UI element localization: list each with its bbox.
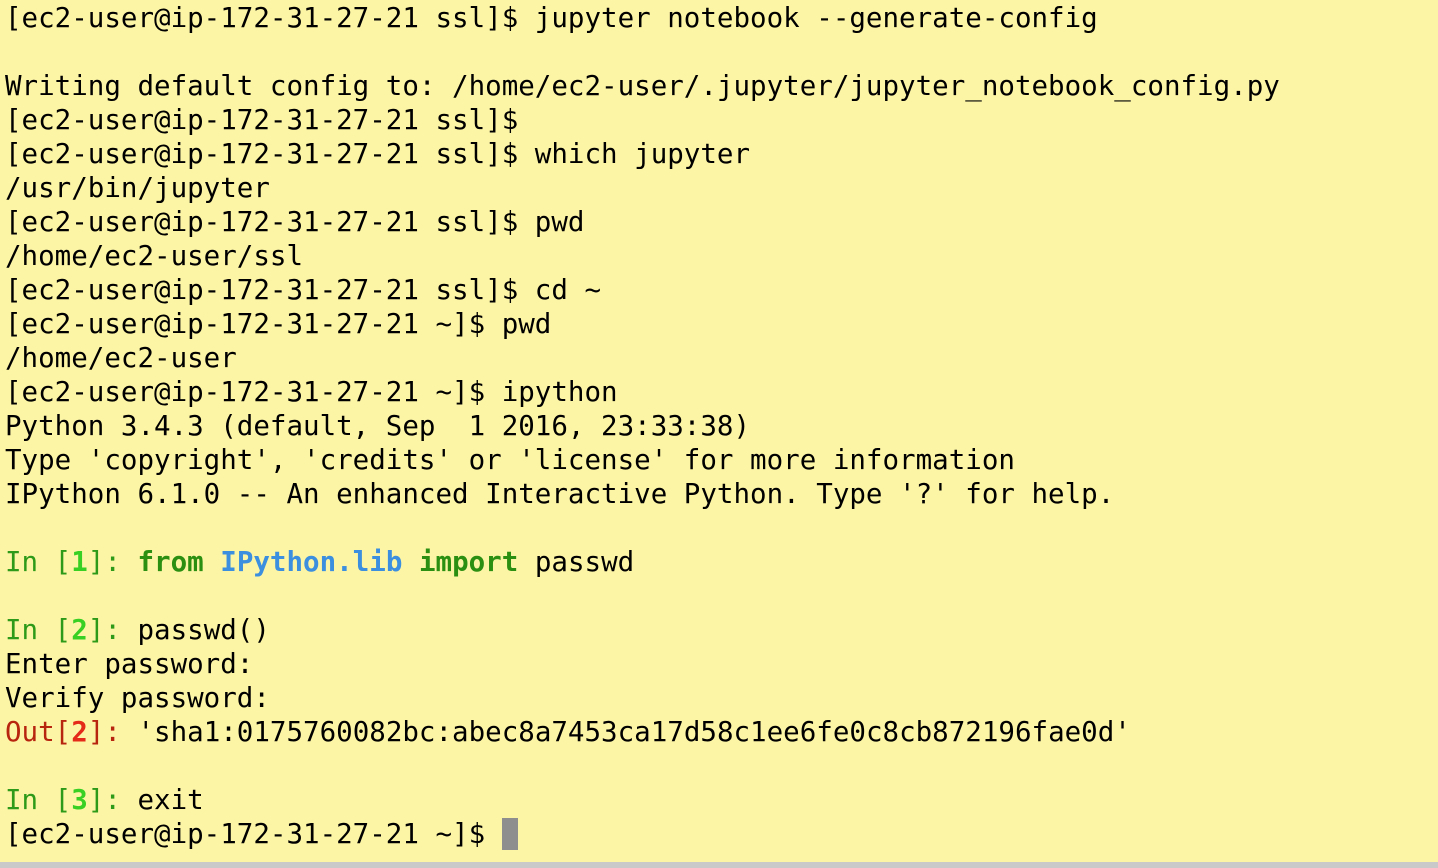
terminal-text-segment: Enter password:: [5, 648, 254, 680]
terminal-text-segment: Type 'copyright', 'credits' or 'license'…: [5, 444, 1015, 476]
terminal-output: [ec2-user@ip-172-31-27-21 ssl]$ jupyter …: [5, 1, 1280, 851]
terminal-line: Verify password:: [5, 681, 1280, 715]
terminal-text-segment: Out[: [5, 716, 72, 748]
terminal-text-segment: IPython.lib: [220, 546, 403, 578]
terminal-text-segment: [ec2-user@ip-172-31-27-21 ssl]$: [5, 104, 519, 136]
terminal-text-segment: Python 3.4.3 (default, Sep 1 2016, 23:33…: [5, 410, 751, 442]
terminal-text-segment: Writing default config to: /home/ec2-use…: [5, 70, 1280, 102]
terminal-text-segment: ]:: [87, 546, 138, 578]
terminal-text-segment: [ec2-user@ip-172-31-27-21 ~]$ ipython: [5, 376, 618, 408]
terminal-line: [ec2-user@ip-172-31-27-21 ~]$: [5, 817, 1280, 851]
terminal-text-segment: passwd: [518, 546, 635, 578]
terminal-line: /home/ec2-user/ssl: [5, 239, 1280, 273]
terminal-line: Enter password:: [5, 647, 1280, 681]
terminal-text-segment: [ec2-user@ip-172-31-27-21 ssl]$ pwd: [5, 206, 585, 238]
terminal-line: /home/ec2-user: [5, 341, 1280, 375]
terminal-line: In [3]: exit: [5, 783, 1280, 817]
terminal-text-segment: from: [137, 546, 204, 578]
terminal-text-segment: passwd(): [137, 614, 270, 646]
terminal-line: IPython 6.1.0 -- An enhanced Interactive…: [5, 477, 1280, 511]
terminal-line: [ec2-user@ip-172-31-27-21 ssl]$: [5, 103, 1280, 137]
terminal-text-segment: In [: [5, 546, 72, 578]
terminal-text-segment: Verify password:: [5, 682, 270, 714]
terminal-line: Python 3.4.3 (default, Sep 1 2016, 23:33…: [5, 409, 1280, 443]
terminal-text-segment: [ec2-user@ip-172-31-27-21 ssl]$ which ju…: [5, 138, 751, 170]
window-bottom-border: [0, 862, 1438, 868]
terminal-line: [ec2-user@ip-172-31-27-21 ~]$ pwd: [5, 307, 1280, 341]
terminal-line: [ec2-user@ip-172-31-27-21 ssl]$ pwd: [5, 205, 1280, 239]
terminal-window[interactable]: [ec2-user@ip-172-31-27-21 ssl]$ jupyter …: [0, 0, 1438, 862]
terminal-text-segment: /usr/bin/jupyter: [5, 172, 270, 204]
terminal-line: [ec2-user@ip-172-31-27-21 ~]$ ipython: [5, 375, 1280, 409]
terminal-line: [ec2-user@ip-172-31-27-21 ssl]$ which ju…: [5, 137, 1280, 171]
terminal-text-segment: ]:: [87, 784, 138, 816]
terminal-text-segment: [ec2-user@ip-172-31-27-21 ssl]$ jupyter …: [5, 2, 1098, 34]
terminal-text-segment: /home/ec2-user: [5, 342, 237, 374]
terminal-text-segment: In [: [5, 614, 72, 646]
terminal-line: [ec2-user@ip-172-31-27-21 ssl]$ cd ~: [5, 273, 1280, 307]
terminal-text-segment: exit: [137, 784, 204, 816]
terminal-line: Type 'copyright', 'credits' or 'license'…: [5, 443, 1280, 477]
terminal-text-segment: 1: [71, 546, 88, 578]
terminal-line: In [2]: passwd(): [5, 613, 1280, 647]
terminal-line: In [1]: from IPython.lib import passwd: [5, 545, 1280, 579]
terminal-text-segment: In [: [5, 784, 72, 816]
text-cursor: [501, 818, 518, 850]
terminal-line: [ec2-user@ip-172-31-27-21 ssl]$ jupyter …: [5, 1, 1280, 35]
terminal-line: Writing default config to: /home/ec2-use…: [5, 69, 1280, 103]
terminal-text-segment: IPython 6.1.0 -- An enhanced Interactive…: [5, 478, 1115, 510]
terminal-text-segment: [ec2-user@ip-172-31-27-21 ~]$: [5, 818, 502, 850]
terminal-text-segment: import: [418, 546, 519, 578]
terminal-text-segment: 3: [71, 784, 88, 816]
terminal-text-segment: /home/ec2-user/ssl: [5, 240, 304, 272]
terminal-text-segment: 2: [71, 614, 88, 646]
terminal-text-segment: ]:: [87, 614, 138, 646]
terminal-text-segment: [ec2-user@ip-172-31-27-21 ssl]$ cd ~: [5, 274, 602, 306]
terminal-line: Out[2]: 'sha1:0175760082bc:abec8a7453ca1…: [5, 715, 1280, 749]
terminal-text-segment: [ec2-user@ip-172-31-27-21 ~]$ pwd: [5, 308, 552, 340]
terminal-text-segment: ]:: [87, 716, 138, 748]
terminal-text-segment: 'sha1:0175760082bc:abec8a7453ca17d58c1ee…: [137, 716, 1131, 748]
terminal-text-segment: 2: [71, 716, 88, 748]
terminal-line: /usr/bin/jupyter: [5, 171, 1280, 205]
